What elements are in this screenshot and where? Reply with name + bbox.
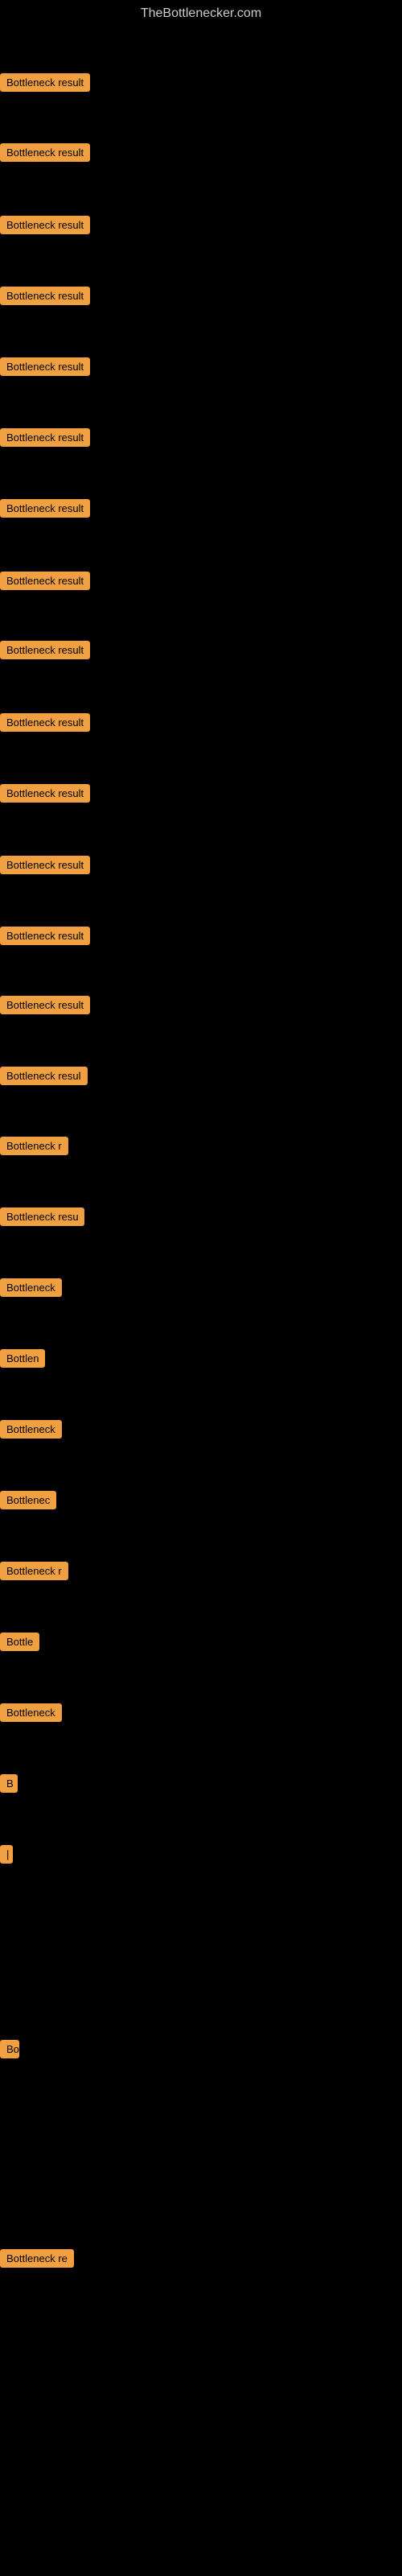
bottleneck-item: Bottle	[0, 1633, 39, 1655]
bottleneck-item: Bottleneck result	[0, 216, 90, 238]
bottleneck-badge[interactable]: Bottleneck result	[0, 856, 90, 874]
bottleneck-item: Bottleneck result	[0, 996, 90, 1018]
bottleneck-badge[interactable]: B	[0, 1774, 18, 1793]
bottleneck-item: |	[0, 1845, 13, 1868]
bottleneck-badge[interactable]: Bottleneck result	[0, 143, 90, 162]
bottleneck-item: Bottleneck re	[0, 2249, 74, 2272]
site-title: TheBottlenecker.com	[0, 0, 402, 27]
bottleneck-badge[interactable]: Bottleneck result	[0, 996, 90, 1014]
bottleneck-item: Bottleneck result	[0, 572, 90, 594]
bottleneck-badge[interactable]: Bottleneck result	[0, 784, 90, 803]
bottleneck-badge[interactable]: Bottleneck result	[0, 216, 90, 234]
bottleneck-item: Bottleneck result	[0, 287, 90, 309]
bottleneck-item: Bottleneck	[0, 1703, 62, 1726]
bottleneck-item: Bottleneck r	[0, 1562, 68, 1584]
bottleneck-badge[interactable]: Bottleneck result	[0, 287, 90, 305]
bottleneck-item: Bottleneck result	[0, 927, 90, 949]
bottleneck-badge[interactable]: Bottleneck result	[0, 641, 90, 659]
bottleneck-badge[interactable]: |	[0, 1845, 13, 1864]
bottleneck-item: Bottleneck result	[0, 856, 90, 878]
bottleneck-badge[interactable]: Bottleneck result	[0, 428, 90, 447]
bottleneck-badge[interactable]: Bottleneck result	[0, 713, 90, 732]
bottleneck-item: Bottleneck r	[0, 1137, 68, 1159]
bottleneck-item: Bottleneck result	[0, 357, 90, 380]
bottleneck-item: B	[0, 1774, 18, 1797]
bottleneck-item: Bottleneck	[0, 1420, 62, 1443]
bottleneck-badge[interactable]: Bottle	[0, 1633, 39, 1651]
bottleneck-badge[interactable]: Bottleneck	[0, 1420, 62, 1439]
bottleneck-badge[interactable]: Bottleneck	[0, 1703, 62, 1722]
bottleneck-item: Bottleneck resu	[0, 1208, 84, 1230]
bottleneck-item: Bottlen	[0, 1349, 45, 1372]
bottleneck-badge[interactable]: Bottleneck result	[0, 357, 90, 376]
bottleneck-badge[interactable]: Bo	[0, 2040, 19, 2058]
bottleneck-item: Bo	[0, 2040, 19, 2062]
bottleneck-item: Bottleneck result	[0, 641, 90, 663]
bottleneck-item: Bottleneck result	[0, 73, 90, 96]
bottleneck-badge[interactable]: Bottleneck result	[0, 73, 90, 92]
bottleneck-item: Bottleneck resul	[0, 1067, 88, 1089]
bottleneck-item: Bottleneck result	[0, 499, 90, 522]
bottleneck-item: Bottleneck result	[0, 784, 90, 807]
bottleneck-item: Bottlenec	[0, 1491, 56, 1513]
bottleneck-badge[interactable]: Bottlenec	[0, 1491, 56, 1509]
bottleneck-badge[interactable]: Bottleneck result	[0, 927, 90, 945]
bottleneck-item: Bottleneck result	[0, 713, 90, 736]
bottleneck-badge[interactable]: Bottleneck result	[0, 572, 90, 590]
bottleneck-item: Bottleneck	[0, 1278, 62, 1301]
bottleneck-badge[interactable]: Bottleneck r	[0, 1562, 68, 1580]
bottleneck-badge[interactable]: Bottleneck result	[0, 499, 90, 518]
bottleneck-badge[interactable]: Bottleneck r	[0, 1137, 68, 1155]
bottleneck-badge[interactable]: Bottleneck resu	[0, 1208, 84, 1226]
bottleneck-badge[interactable]: Bottleneck re	[0, 2249, 74, 2268]
bottleneck-item: Bottleneck result	[0, 428, 90, 451]
bottleneck-badge[interactable]: Bottlen	[0, 1349, 45, 1368]
bottleneck-badge[interactable]: Bottleneck	[0, 1278, 62, 1297]
bottleneck-item: Bottleneck result	[0, 143, 90, 166]
bottleneck-badge[interactable]: Bottleneck resul	[0, 1067, 88, 1085]
